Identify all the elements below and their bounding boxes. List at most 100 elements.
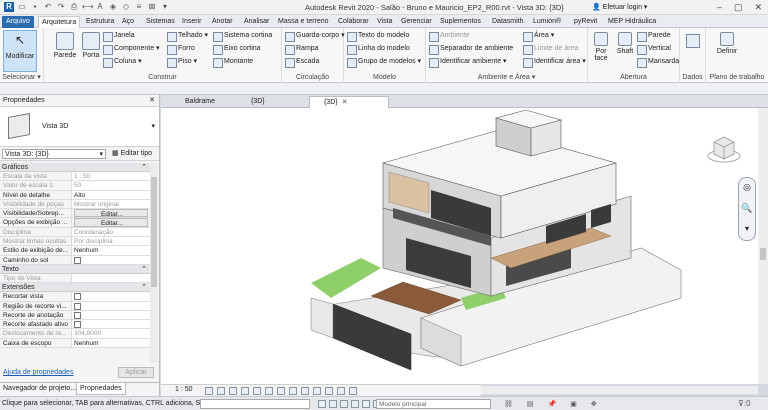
tab-arquitetura[interactable]: Arquitetura: [38, 16, 81, 28]
checkbox[interactable]: [74, 256, 81, 264]
exclude-options-icon[interactable]: [340, 400, 348, 408]
tab-aco[interactable]: Aço: [122, 16, 134, 28]
property-value[interactable]: Nenhum: [72, 246, 150, 255]
zoom-icon[interactable]: 🔍: [739, 203, 755, 214]
area-button[interactable]: Área ▾: [522, 30, 554, 42]
horizontal-scrollbar[interactable]: [480, 386, 758, 394]
view-tab-baldrame[interactable]: Baldrame: [171, 96, 215, 108]
property-checkbox-cell[interactable]: [72, 292, 150, 301]
revit-logo-icon[interactable]: R: [4, 2, 14, 12]
panel-label-ambiente[interactable]: Ambiente e Área ▾: [426, 73, 587, 81]
constraints-icon[interactable]: [349, 387, 357, 395]
tab-analisar[interactable]: Analisar: [244, 16, 269, 28]
tag-area-button[interactable]: Identificar área ▾: [522, 56, 586, 68]
vertical-opening-button[interactable]: Vertical: [636, 43, 671, 55]
text-icon[interactable]: A: [95, 2, 105, 12]
save-icon[interactable]: ▪: [30, 2, 40, 12]
editable-only-icon[interactable]: [318, 400, 326, 408]
viewcube[interactable]: [706, 132, 742, 166]
modify-button[interactable]: ↖ Modificar: [3, 30, 37, 72]
select-underlay-icon[interactable]: ▤: [527, 400, 534, 408]
tab-colaborar[interactable]: Colaborar: [338, 16, 369, 28]
column-button[interactable]: Coluna ▾: [102, 56, 142, 68]
login-button[interactable]: 👤 Efetuar login ▾: [592, 3, 647, 11]
stair-button[interactable]: Escada: [284, 56, 319, 68]
close-icon[interactable]: ✕: [342, 99, 348, 106]
thin-lines-icon[interactable]: ≡: [134, 2, 144, 12]
roof-button[interactable]: Telhado ▾: [166, 30, 208, 42]
property-section[interactable]: Extensões ⌃: [0, 283, 150, 293]
tab-datasmith[interactable]: Datasmith: [492, 16, 524, 28]
properties-help-link[interactable]: Ajuda de propriedades: [3, 369, 73, 376]
3d-view-icon[interactable]: ◈: [108, 2, 118, 12]
collapse-icon[interactable]: ⌃: [141, 283, 147, 292]
close-icon[interactable]: ✕: [149, 95, 155, 107]
type-selector[interactable]: Vista 3D ▾: [0, 107, 159, 147]
curtain-system-button[interactable]: Sistema cortina: [212, 30, 272, 42]
property-edit-button[interactable]: Editar...: [74, 209, 148, 218]
sun-path-icon[interactable]: [229, 387, 237, 395]
view-scale[interactable]: 1 : 50: [175, 386, 193, 393]
redo-icon[interactable]: ↷: [56, 2, 66, 12]
property-section[interactable]: Gráficos ⌃: [0, 163, 150, 172]
tab-lumion[interactable]: Lumion®: [533, 16, 561, 28]
lock-view-icon[interactable]: [289, 387, 297, 395]
view-selector[interactable]: Vista 3D: {3D} ▾: [2, 149, 106, 159]
scrollbar-thumb[interactable]: [151, 177, 157, 287]
property-section[interactable]: Texto ⌃: [0, 264, 150, 274]
properties-scrollbar[interactable]: [150, 163, 158, 363]
property-checkbox-cell[interactable]: [72, 255, 150, 264]
vertical-scrollbar[interactable]: [758, 108, 768, 384]
customize-icon[interactable]: ▾: [160, 2, 170, 12]
analysis-icon[interactable]: [325, 387, 333, 395]
curtain-grid-button[interactable]: Eixo cortina: [212, 43, 261, 55]
navigation-bar[interactable]: ◎ 🔍 ▾: [738, 177, 756, 241]
model-text-button[interactable]: Texto do modelo: [346, 30, 409, 42]
underlay-icon[interactable]: [362, 400, 370, 408]
detail-level-icon[interactable]: [205, 387, 213, 395]
highlight-icon[interactable]: [337, 387, 345, 395]
property-checkbox-cell[interactable]: [72, 310, 150, 320]
reveal-hidden-icon[interactable]: [313, 387, 321, 395]
measure-icon[interactable]: ⟷: [82, 2, 93, 12]
component-button[interactable]: Componente ▾: [102, 43, 160, 55]
maximize-icon[interactable]: ▢: [734, 2, 743, 13]
select-face-icon[interactable]: ▣: [570, 400, 577, 408]
links-icon[interactable]: [351, 400, 359, 408]
close-icon[interactable]: ✕: [754, 2, 762, 13]
filter-icon[interactable]: ⊽:0: [738, 399, 751, 408]
window-button[interactable]: Janela: [102, 30, 135, 42]
tab-gerenciar[interactable]: Gerenciar: [401, 16, 432, 28]
tab-mep-hidraulica[interactable]: MEP Hidráulica: [608, 16, 656, 28]
undo-icon[interactable]: ↶: [43, 2, 53, 12]
panel-label-selecionar[interactable]: Selecionar ▾: [0, 73, 43, 81]
model-group-button[interactable]: Grupo de modelos ▾: [346, 56, 421, 68]
by-face-button[interactable]: Por face: [588, 30, 614, 70]
view-tab-3d-1[interactable]: {3D}: [237, 96, 265, 108]
checkbox[interactable]: [74, 321, 81, 329]
shaft-button[interactable]: Shaft: [612, 30, 638, 70]
property-value[interactable]: Nenhum: [72, 338, 150, 348]
apply-button[interactable]: Aplicar: [118, 367, 154, 378]
wall-opening-button[interactable]: Parede: [636, 30, 671, 42]
ceiling-button[interactable]: Forro: [166, 43, 195, 55]
model-line-button[interactable]: Linha do modelo: [346, 43, 410, 55]
design-options-dropdown[interactable]: Modelo principal: [376, 399, 491, 409]
chevron-down-icon[interactable]: ▾: [739, 224, 755, 233]
property-checkbox-cell[interactable]: [72, 301, 150, 310]
design-options-icon[interactable]: [329, 400, 337, 408]
crop-view-icon[interactable]: [265, 387, 273, 395]
tag-room-button[interactable]: Identificar ambiente ▾: [428, 56, 507, 68]
select-links-icon[interactable]: ⛓: [504, 400, 513, 408]
minimize-icon[interactable]: –: [717, 2, 722, 13]
open-icon[interactable]: ▭: [17, 2, 27, 12]
tab-sistemas[interactable]: Sistemas: [146, 16, 175, 28]
ramp-button[interactable]: Rampa: [284, 43, 319, 55]
room-separator-button[interactable]: Separador de ambiente: [428, 43, 513, 55]
temporary-hide-icon[interactable]: [301, 387, 309, 395]
edit-type-button[interactable]: ▦ Editar tipo: [112, 149, 152, 157]
tab-pyrevit[interactable]: pyRevit: [574, 16, 597, 28]
tab-vista[interactable]: Vista: [377, 16, 392, 28]
scrollbar-thumb[interactable]: [760, 248, 766, 260]
tab-massa[interactable]: Massa e terreno: [278, 16, 329, 28]
